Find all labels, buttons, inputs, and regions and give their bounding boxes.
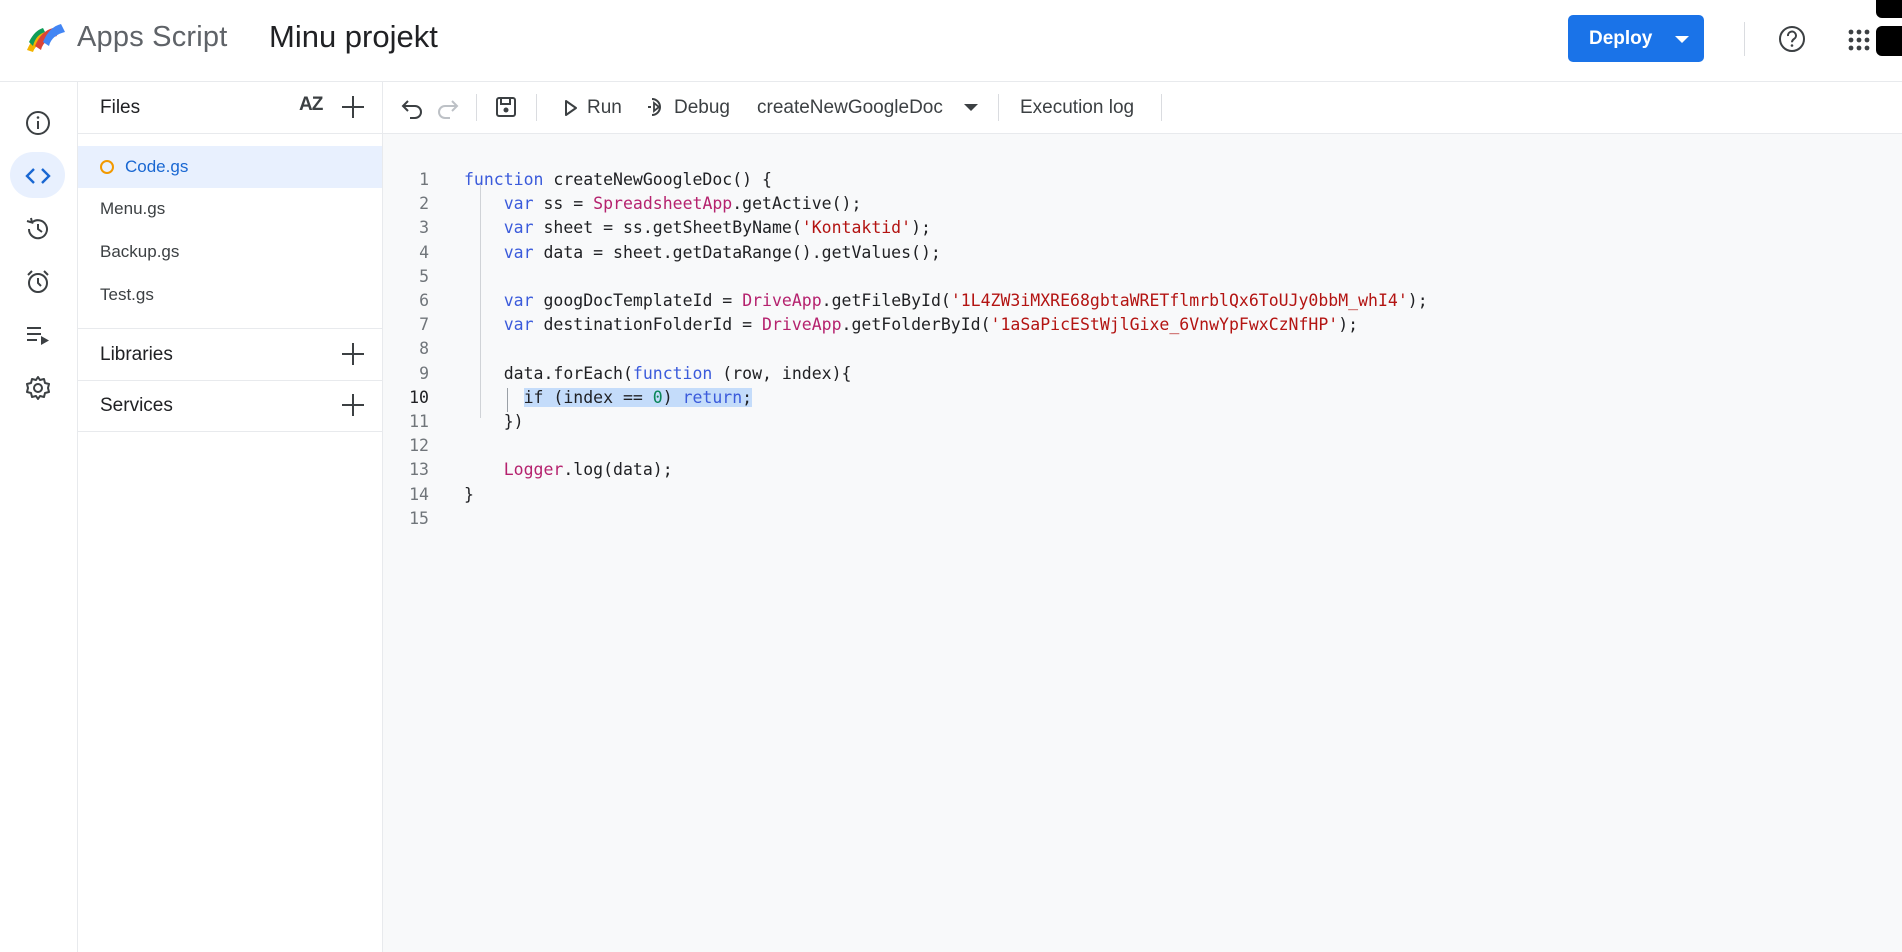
file-item-test[interactable]: Test.gs [78, 274, 382, 316]
code-text[interactable]: }) [464, 410, 524, 434]
toolbar-divider [1161, 94, 1162, 121]
debug-button[interactable]: Debug [674, 97, 730, 119]
code-line[interactable]: 11 }) [383, 410, 1883, 434]
services-title: Services [100, 395, 173, 416]
line-number: 8 [419, 339, 429, 359]
unsaved-dot-icon [100, 160, 114, 174]
caret-down-icon[interactable] [1675, 36, 1689, 43]
libraries-title: Libraries [100, 344, 173, 365]
chevron-down-icon[interactable] [964, 104, 978, 111]
code-text[interactable]: var googDocTemplateId = DriveApp.getFile… [464, 289, 1428, 313]
code-line[interactable]: 15 [383, 507, 1883, 531]
file-item-backup[interactable]: Backup.gs [78, 231, 382, 273]
deploy-button[interactable]: Deploy [1568, 15, 1704, 62]
top-bar: Apps Script Minu projekt Deploy [0, 0, 1902, 82]
code-line[interactable]: 6 var googDocTemplateId = DriveApp.getFi… [383, 289, 1883, 313]
overlay-send-icon[interactable] [1876, 26, 1902, 56]
line-number: 11 [409, 412, 429, 431]
code-text[interactable]: var sheet = ss.getSheetByName('Kontaktid… [464, 216, 931, 240]
undo-icon[interactable] [400, 96, 424, 120]
file-name: Menu.gs [100, 199, 166, 218]
add-file-icon[interactable] [339, 93, 367, 121]
settings-icon[interactable] [10, 364, 65, 410]
code-line[interactable]: 1 function createNewGoogleDoc() { [383, 168, 1883, 192]
line-number: 6 [419, 291, 429, 310]
help-icon[interactable] [1777, 24, 1807, 54]
debug-icon[interactable] [645, 96, 667, 118]
redo-icon[interactable] [436, 96, 460, 120]
file-item-menu[interactable]: Menu.gs [78, 188, 382, 230]
deploy-label: Deploy [1589, 28, 1653, 49]
function-select[interactable]: createNewGoogleDoc [757, 97, 943, 119]
toolbar-divider [476, 94, 477, 121]
code-line[interactable]: 5 [383, 265, 1883, 289]
overlay-control[interactable] [1876, 0, 1902, 18]
line-number: 15 [409, 508, 429, 528]
files-header: Files AZ [78, 82, 382, 134]
line-number: 12 [409, 436, 429, 456]
code-text[interactable]: data.forEach(function (row, index){ [464, 362, 852, 386]
files-title: Files [100, 97, 141, 118]
run-button[interactable]: Run [587, 97, 622, 119]
code-line[interactable]: 14} [383, 483, 1883, 507]
history-icon[interactable] [10, 205, 65, 251]
libraries-header[interactable]: Libraries [78, 328, 382, 381]
code-line[interactable]: 10 if (index == 0) return; [383, 386, 1883, 410]
executions-icon[interactable] [10, 311, 65, 357]
code-text[interactable]: function createNewGoogleDoc() { [464, 168, 772, 192]
code-line[interactable]: 13 Logger.log(data); [383, 458, 1883, 482]
files-panel: Files AZ Code.gs Menu.gs Backup.gs Test.… [78, 82, 383, 952]
code-line[interactable]: 9 data.forEach(function (row, index){ [383, 362, 1883, 386]
execution-log-button[interactable]: Execution log [1020, 97, 1134, 119]
app-name: Apps Script [77, 21, 228, 53]
file-item-code[interactable]: Code.gs [78, 146, 382, 188]
code-text[interactable]: if (index == 0) return; [464, 386, 753, 410]
code-line[interactable]: 8 [383, 337, 1883, 361]
save-icon[interactable] [494, 95, 518, 119]
code-text[interactable]: var destinationFolderId = DriveApp.getFo… [464, 313, 1358, 337]
line-number: 2 [419, 194, 429, 214]
code-text[interactable]: } [464, 483, 474, 507]
add-library-icon[interactable] [339, 340, 367, 368]
divider [1744, 22, 1745, 56]
line-number: 14 [409, 484, 429, 504]
add-service-icon[interactable] [339, 391, 367, 419]
code-line[interactable]: 2 var ss = SpreadsheetApp.getActive(); [383, 192, 1883, 216]
code-editor[interactable]: 1 function createNewGoogleDoc() {2 var ss… [383, 134, 1902, 952]
project-title[interactable]: Minu projekt [269, 19, 438, 55]
code-line[interactable]: 4 var data = sheet.getDataRange().getVal… [383, 241, 1883, 265]
editor-icon[interactable] [10, 152, 65, 198]
file-name: Backup.gs [100, 242, 180, 261]
code-line[interactable]: 12 [383, 434, 1883, 458]
play-icon[interactable] [564, 99, 578, 117]
line-number: 10 [409, 387, 429, 407]
line-number: 9 [419, 363, 429, 383]
apps-script-logo[interactable] [25, 20, 69, 56]
overview-icon[interactable] [10, 99, 65, 145]
line-number: 7 [419, 315, 429, 335]
left-nav [0, 82, 78, 952]
code-text[interactable]: var data = sheet.getDataRange().getValue… [464, 241, 941, 265]
code-line[interactable]: 7 var destinationFolderId = DriveApp.get… [383, 313, 1883, 337]
sort-az-icon[interactable]: AZ [299, 94, 323, 116]
toolbar-divider [998, 94, 999, 121]
line-number: 5 [419, 266, 429, 286]
line-number: 1 [419, 170, 429, 189]
line-number: 13 [409, 460, 429, 480]
code-text[interactable]: var ss = SpreadsheetApp.getActive(); [464, 192, 862, 216]
editor-toolbar: Run Debug createNewGoogleDoc Execution l… [383, 82, 1902, 134]
code-line[interactable]: 3 var sheet = ss.getSheetByName('Kontakt… [383, 216, 1883, 240]
toolbar-divider [536, 94, 537, 121]
line-number: 3 [419, 218, 429, 238]
services-header[interactable]: Services [78, 380, 382, 432]
apps-grid-icon[interactable] [1847, 28, 1871, 52]
triggers-icon[interactable] [10, 258, 65, 304]
line-number: 4 [419, 242, 429, 262]
file-name: Test.gs [100, 285, 154, 304]
file-name: Code.gs [125, 157, 189, 176]
code-text[interactable]: Logger.log(data); [464, 458, 673, 482]
